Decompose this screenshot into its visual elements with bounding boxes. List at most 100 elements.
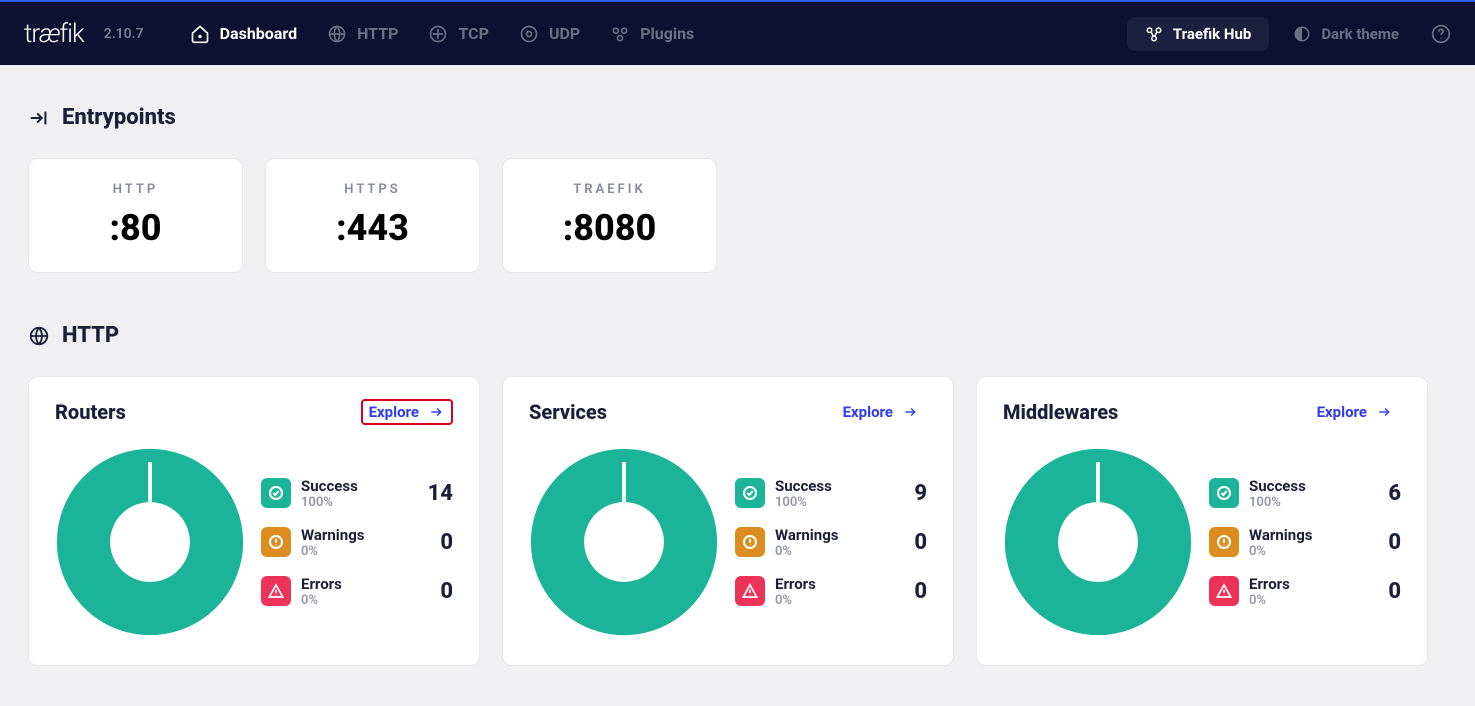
legend-success-count: 6	[1373, 481, 1401, 506]
legend-success-count: 9	[899, 481, 927, 506]
nav-plugins[interactable]: Plugins	[598, 16, 706, 52]
entrypoint-name: HTTPS	[344, 182, 400, 197]
logo-text: træfik	[24, 19, 84, 49]
legend-warnings-count: 0	[425, 530, 453, 555]
success-icon	[1209, 478, 1239, 508]
panel-title: Middlewares	[1003, 400, 1118, 424]
nav-dashboard[interactable]: Dashboard	[178, 16, 309, 52]
success-icon	[261, 478, 291, 508]
arrow-right-icon	[427, 405, 445, 419]
nav-tcp-label: TCP	[458, 24, 488, 43]
traefik-hub-button[interactable]: Traefik Hub	[1127, 17, 1270, 51]
nav-http[interactable]: HTTP	[315, 16, 410, 52]
legend-warnings-count: 0	[1373, 530, 1401, 555]
content: Entrypoints HTTP :80 HTTPS :443 TRAEFIK …	[0, 65, 1475, 706]
explore-routers-link[interactable]: Explore	[361, 399, 453, 425]
nav-udp[interactable]: UDP	[507, 16, 592, 52]
panel-body: Success 100% 14 Warnings 0% 0	[55, 447, 453, 637]
legend-row-warnings: Warnings 0% 0	[735, 526, 927, 559]
entrypoint-name: HTTP	[113, 182, 158, 197]
legend-row-errors: Errors 0% 0	[1209, 575, 1401, 608]
legend-errors-pct: 0%	[301, 593, 415, 608]
error-icon	[1209, 576, 1239, 606]
legend-errors-label: Errors	[775, 575, 889, 593]
arrow-right-icon	[901, 405, 919, 419]
home-icon	[190, 24, 210, 44]
hub-label: Traefik Hub	[1173, 25, 1252, 43]
legend-row-warnings: Warnings 0% 0	[1209, 526, 1401, 559]
legend-success-count: 14	[425, 481, 453, 506]
main-nav: Dashboard HTTP TCP UDP Plugins	[178, 16, 707, 52]
legend-success-pct: 100%	[775, 495, 889, 510]
http-header: HTTP	[28, 323, 1447, 348]
panel-head: Services Explore	[529, 399, 927, 425]
legend-errors-count: 0	[425, 579, 453, 604]
legend: Success 100% 14 Warnings 0% 0	[261, 477, 453, 608]
panel-body: Success 100% 9 Warnings 0% 0	[529, 447, 927, 637]
legend-row-success: Success 100% 9	[735, 477, 927, 510]
legend-success-pct: 100%	[1249, 495, 1363, 510]
panel-title: Services	[529, 400, 607, 424]
panel-head: Middlewares Explore	[1003, 399, 1401, 425]
routers-donut-chart	[55, 447, 245, 637]
panel-head: Routers Explore	[55, 399, 453, 425]
udp-icon	[519, 24, 539, 44]
explore-label: Explore	[369, 403, 419, 421]
legend-success-label: Success	[301, 477, 415, 495]
explore-services-link[interactable]: Explore	[835, 399, 927, 425]
legend-warnings-pct: 0%	[775, 544, 889, 559]
version-label: 2.10.7	[104, 26, 144, 42]
tcp-icon	[428, 24, 448, 44]
middlewares-donut-chart	[1003, 447, 1193, 637]
logo[interactable]: træfik	[24, 19, 84, 49]
warning-icon	[1209, 527, 1239, 557]
topbar: træfik 2.10.7 Dashboard HTTP TCP UDP Plu…	[0, 2, 1475, 65]
entrypoint-card-traefik[interactable]: TRAEFIK :8080	[502, 158, 717, 273]
nav-http-label: HTTP	[357, 24, 398, 43]
legend-row-success: Success 100% 14	[261, 477, 453, 510]
services-donut-chart	[529, 447, 719, 637]
nav-dashboard-label: Dashboard	[220, 24, 297, 43]
dark-theme-label: Dark theme	[1321, 25, 1399, 43]
legend: Success 100% 9 Warnings 0% 0	[735, 477, 927, 608]
legend-warnings-pct: 0%	[1249, 544, 1363, 559]
error-icon	[261, 576, 291, 606]
legend-success-pct: 100%	[301, 495, 415, 510]
entrypoint-card-http[interactable]: HTTP :80	[28, 158, 243, 273]
warning-icon	[735, 527, 765, 557]
nav-udp-label: UDP	[549, 24, 580, 43]
http-title: HTTP	[62, 323, 119, 348]
legend-row-warnings: Warnings 0% 0	[261, 526, 453, 559]
legend-errors-label: Errors	[1249, 575, 1363, 593]
legend-warnings-pct: 0%	[301, 544, 415, 559]
help-icon[interactable]	[1431, 24, 1451, 44]
legend-errors-pct: 0%	[775, 593, 889, 608]
entrypoint-port: :80	[110, 207, 162, 249]
panel-routers: Routers Explore Success 100%	[28, 376, 480, 666]
entrypoints-header: Entrypoints	[28, 105, 1447, 130]
entrypoints-icon	[28, 107, 50, 129]
panel-row: Routers Explore Success 100%	[28, 376, 1447, 666]
legend-warnings-label: Warnings	[1249, 526, 1363, 544]
nav-tcp[interactable]: TCP	[416, 16, 500, 52]
entrypoint-port: :8080	[563, 207, 657, 249]
error-icon	[735, 576, 765, 606]
plugins-icon	[610, 24, 630, 44]
legend-errors-count: 0	[1373, 579, 1401, 604]
explore-middlewares-link[interactable]: Explore	[1309, 399, 1401, 425]
legend-row-errors: Errors 0% 0	[735, 575, 927, 608]
globe-icon	[327, 24, 347, 44]
panel-title: Routers	[55, 400, 126, 424]
globe-icon	[28, 325, 50, 347]
legend-success-label: Success	[1249, 477, 1363, 495]
entrypoints-row: HTTP :80 HTTPS :443 TRAEFIK :8080	[28, 158, 1447, 273]
entrypoint-card-https[interactable]: HTTPS :443	[265, 158, 480, 273]
legend: Success 100% 6 Warnings 0% 0	[1209, 477, 1401, 608]
legend-errors-label: Errors	[301, 575, 415, 593]
legend-errors-count: 0	[899, 579, 927, 604]
hub-icon	[1145, 25, 1163, 43]
panel-middlewares: Middlewares Explore Success 100%	[976, 376, 1428, 666]
legend-row-success: Success 100% 6	[1209, 477, 1401, 510]
entrypoint-name: TRAEFIK	[573, 182, 645, 197]
dark-theme-toggle[interactable]: Dark theme	[1283, 25, 1409, 43]
